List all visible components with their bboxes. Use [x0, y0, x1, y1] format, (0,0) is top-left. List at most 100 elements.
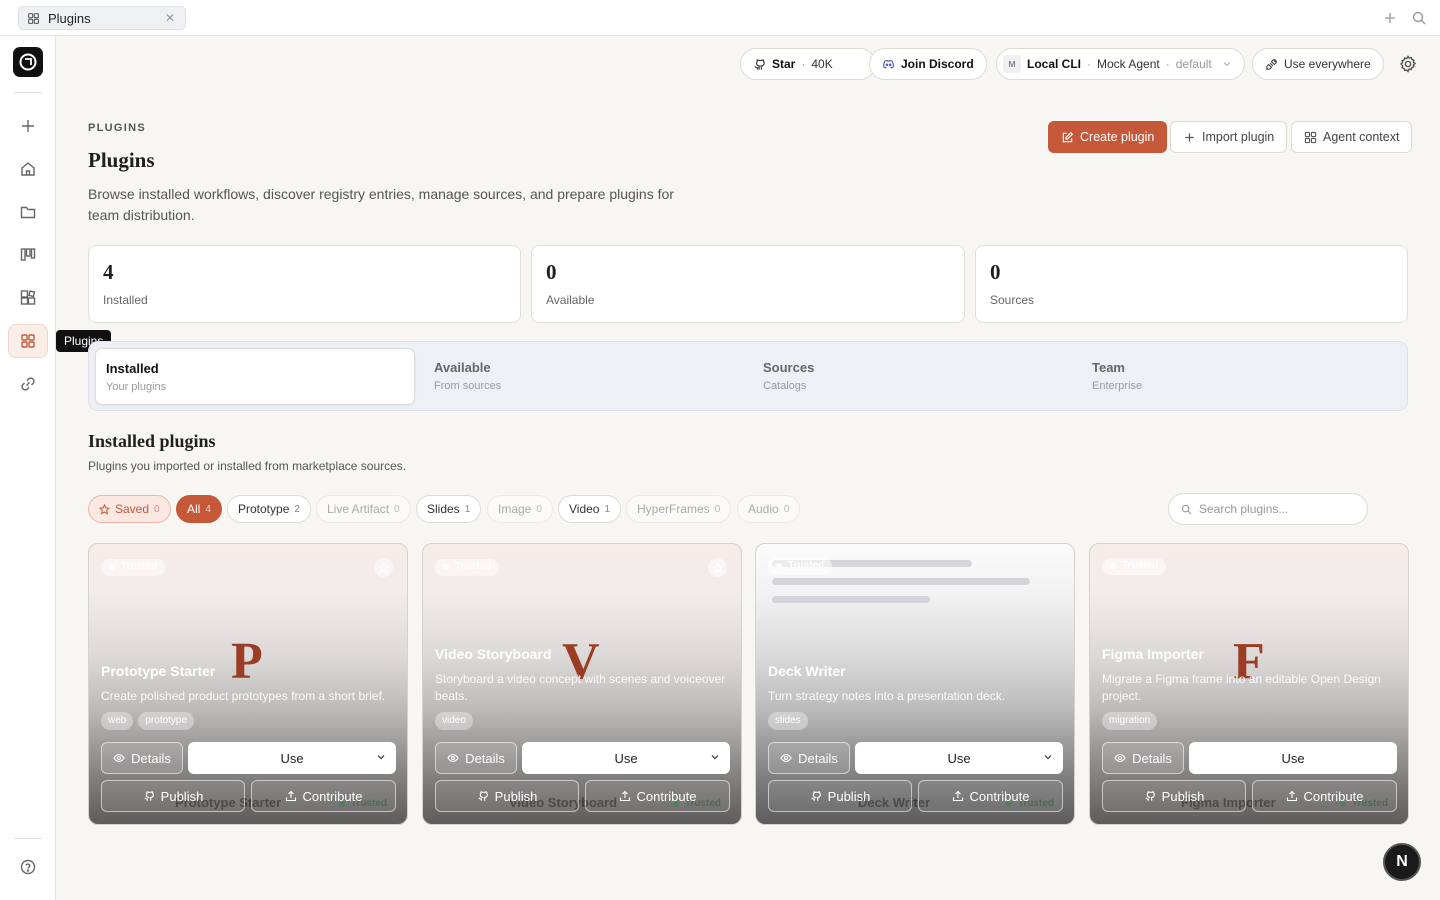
use-everywhere-button[interactable]: Use everywhere [1252, 48, 1384, 80]
section-subtitle: Plugins you imported or installed from m… [88, 459, 407, 473]
chevron-down-icon[interactable] [1043, 752, 1053, 762]
import-plugin-button[interactable]: Import plugin [1170, 121, 1288, 153]
contribute-button[interactable]: Contribute [1252, 780, 1397, 812]
plugin-card-figma-importer[interactable]: Trusted F Figma Importer Migrate a Figma… [1089, 543, 1409, 825]
plugin-tags: video [435, 712, 473, 730]
nav-home[interactable] [8, 152, 48, 186]
contribute-label: Contribute [1303, 788, 1364, 804]
nav-files[interactable] [8, 195, 48, 229]
nav-links[interactable] [8, 367, 48, 401]
publish-button[interactable]: Publish [768, 780, 912, 812]
plus-icon [1185, 132, 1194, 142]
publish-button[interactable]: Publish [1102, 780, 1246, 812]
tag: web [101, 712, 134, 730]
favorite-star-button[interactable] [708, 558, 727, 577]
github-icon [478, 791, 488, 801]
tab-available[interactable]: Available From sources [424, 348, 744, 405]
use-button[interactable]: Use [1189, 742, 1397, 774]
filter-hyperframes[interactable]: HyperFrames 0 [626, 495, 732, 523]
filter-image[interactable]: Image 0 [487, 495, 553, 523]
discord-label: Join Discord [901, 57, 974, 71]
search-icon[interactable] [1411, 10, 1427, 26]
contribute-button[interactable]: Contribute [585, 780, 730, 812]
chevron-down-icon[interactable] [376, 752, 386, 762]
create-plugin-label: Create plugin [1080, 130, 1155, 144]
new-button[interactable] [8, 109, 48, 143]
agent-context-button[interactable]: Agent context [1291, 121, 1413, 153]
create-plugin-button[interactable]: Create plugin [1048, 121, 1168, 153]
publish-button[interactable]: Publish [101, 780, 245, 812]
publish-button[interactable]: Publish [435, 780, 579, 812]
link-icon [21, 377, 35, 391]
stat-sources: 0 Sources [975, 245, 1408, 323]
tab-title: Available [434, 360, 491, 375]
upload-icon [952, 790, 963, 802]
favorite-star-button[interactable] [374, 558, 393, 577]
github-icon [1145, 791, 1155, 801]
plugin-card-prototype-starter[interactable]: Trusted P Prototype Starter Create polis… [88, 543, 408, 825]
plugin-card-video-storyboard[interactable]: Trusted V Video Storyboard Storyboard a … [422, 543, 742, 825]
use-button[interactable]: Use [522, 742, 730, 774]
filter-count: 0 [536, 503, 542, 515]
details-button[interactable]: Details [435, 742, 517, 774]
tab-installed[interactable]: Installed Your plugins [95, 348, 415, 405]
plugin-title: Deck Writer [768, 663, 846, 679]
tab-subtitle: From sources [434, 380, 502, 392]
use-button[interactable]: Use [188, 742, 396, 774]
agent-selector[interactable]: M Local CLI · Mock Agent · default [996, 48, 1245, 80]
new-tab-icon[interactable] [1382, 10, 1398, 26]
search-placeholder: Search plugins... [1199, 502, 1289, 516]
use-label: Use [1281, 750, 1305, 766]
details-button[interactable]: Details [101, 742, 183, 774]
close-icon[interactable]: ✕ [165, 11, 175, 25]
plus-icon [22, 120, 34, 132]
filter-slides[interactable]: Slides 1 [416, 495, 482, 523]
use-everywhere-label: Use everywhere [1284, 57, 1371, 71]
help-icon [20, 859, 36, 875]
filter-label: Saved [115, 502, 150, 516]
plugin-tabs: Installed Your plugins Available From so… [88, 341, 1408, 411]
preview-skeleton-line [772, 596, 930, 603]
tag: video [435, 712, 473, 730]
details-button[interactable]: Details [1102, 742, 1184, 774]
dev-indicator-badge[interactable]: N [1383, 843, 1421, 881]
tag: slides [768, 712, 808, 730]
use-button[interactable]: Use [855, 742, 1063, 774]
join-discord-button[interactable]: Join Discord [869, 48, 987, 80]
contribute-button[interactable]: Contribute [251, 780, 396, 812]
nav-board[interactable] [8, 238, 48, 272]
filter-count: 1 [604, 503, 611, 515]
chevron-down-icon[interactable] [710, 752, 720, 762]
filter-label: Prototype [238, 502, 290, 516]
tab-sources[interactable]: Sources Catalogs [753, 348, 1073, 405]
tab-team[interactable]: Team Enterprise [1082, 348, 1402, 405]
tab-subtitle: Catalogs [763, 380, 807, 392]
rail-divider [14, 838, 42, 839]
star-icon [378, 562, 389, 573]
filter-video[interactable]: Video 1 [558, 495, 622, 523]
app-logo[interactable] [13, 47, 43, 77]
help-button[interactable] [8, 850, 48, 884]
tab-plugins[interactable]: Plugins ✕ [18, 6, 186, 30]
nav-components[interactable] [8, 281, 48, 315]
nav-plugins[interactable] [8, 324, 48, 358]
top-tab-bar: Plugins ✕ [0, 0, 1440, 36]
search-icon [1181, 504, 1192, 514]
publish-label: Publish [494, 788, 538, 804]
filter-audio[interactable]: Audio 0 [737, 495, 801, 523]
search-input[interactable]: Search plugins... [1168, 493, 1368, 525]
details-button[interactable]: Details [768, 742, 850, 774]
chevron-down-icon [1223, 62, 1230, 67]
page-description: Browse installed workflows, discover reg… [88, 186, 674, 223]
contribute-button[interactable]: Contribute [918, 780, 1063, 812]
plugin-card-deck-writer[interactable]: Trusted Deck Writer Turn strategy notes … [755, 543, 1075, 825]
filter-all[interactable]: All 4 [176, 495, 222, 523]
upload-icon [1286, 790, 1297, 802]
filter-prototype[interactable]: Prototype 2 [227, 495, 311, 523]
filter-saved[interactable]: Saved 0 [88, 495, 171, 523]
stat-label: Available [546, 293, 595, 307]
github-star-button[interactable]: Star · 40K [740, 48, 876, 80]
details-label: Details [1132, 750, 1172, 766]
gear-icon[interactable] [1398, 54, 1418, 74]
filter-live-artifact[interactable]: Live Artifact 0 [316, 495, 411, 523]
